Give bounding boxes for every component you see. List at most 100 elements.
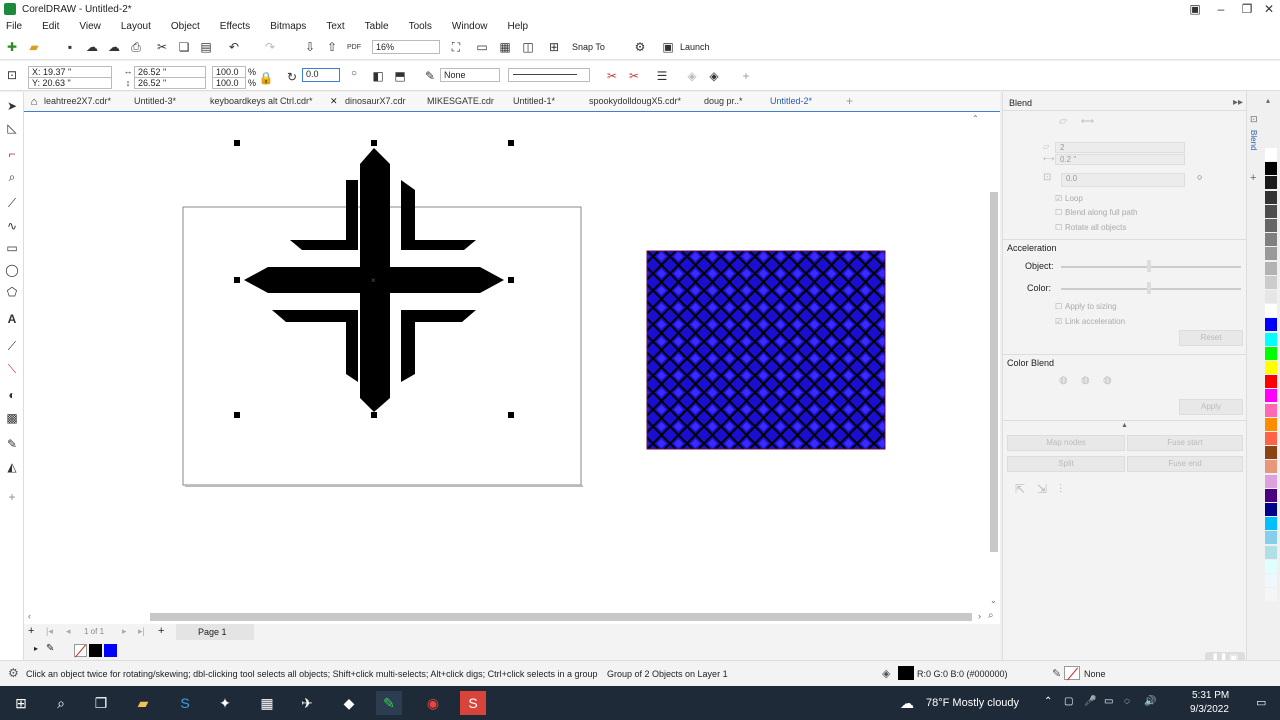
- rotation-angle-field[interactable]: 0.0: [302, 68, 340, 82]
- last-page-icon[interactable]: ▸|: [138, 626, 145, 637]
- parallel-dimension-tool-icon[interactable]: ⟋: [4, 338, 20, 354]
- blue-swatch[interactable]: [104, 644, 117, 657]
- palette-swatch[interactable]: [1265, 261, 1277, 275]
- palette-swatch[interactable]: [1265, 446, 1277, 460]
- mirror-vertical-icon[interactable]: ⬒: [392, 68, 408, 84]
- palette-swatch[interactable]: [1265, 503, 1277, 516]
- export-icon[interactable]: ⇧: [324, 39, 340, 55]
- file-explorer-icon[interactable]: ▰: [130, 691, 156, 715]
- vertical-scrollbar[interactable]: ⌄: [988, 112, 1000, 610]
- options-gear-icon[interactable]: ⚙: [632, 39, 648, 55]
- link-accel-checkbox[interactable]: ☑: [1055, 317, 1062, 326]
- polygon-tool-icon[interactable]: ⬠: [4, 284, 20, 300]
- redo-icon[interactable]: ↷: [262, 39, 278, 55]
- eyedropper-tool-icon[interactable]: ✎: [4, 436, 20, 452]
- scale-height-field[interactable]: 100.0: [212, 77, 246, 89]
- account-icon[interactable]: ▣: [1182, 0, 1208, 18]
- color-accel-thumb[interactable]: [1147, 282, 1151, 294]
- direct-blend-icon[interactable]: ◍: [1059, 375, 1068, 386]
- palette-swatch[interactable]: [1265, 389, 1277, 403]
- menu-window[interactable]: Window: [452, 21, 488, 32]
- shape-tool-icon[interactable]: ◺: [4, 120, 20, 136]
- steps-field[interactable]: 2: [1055, 142, 1185, 153]
- task-view-icon[interactable]: ❐: [88, 691, 114, 715]
- ungroup-icon[interactable]: ✂: [626, 68, 642, 84]
- split-button[interactable]: Split: [1007, 456, 1125, 472]
- palette-swatch[interactable]: [1265, 190, 1277, 204]
- palette-arrow-icon[interactable]: ▸: [34, 644, 38, 653]
- status-settings-icon[interactable]: ⚙: [8, 666, 19, 680]
- notifications-icon[interactable]: ▭: [1256, 696, 1266, 709]
- doc-tab[interactable]: Untitled-1*: [513, 96, 555, 106]
- close-tab-icon[interactable]: ✕: [330, 96, 338, 107]
- text-wrap-icon[interactable]: ☰: [654, 68, 670, 84]
- line-style-dropdown[interactable]: [508, 68, 590, 82]
- screencast-icon[interactable]: S: [460, 691, 486, 715]
- open-folder-icon[interactable]: ▰: [26, 39, 42, 55]
- doc-tab[interactable]: keyboardkeys alt Ctrl.cdr*: [210, 96, 313, 106]
- drawing-canvas[interactable]: × ⌃: [24, 112, 988, 610]
- snap-icon[interactable]: ⊞: [546, 39, 562, 55]
- app-icon-4[interactable]: ◆: [336, 691, 362, 715]
- blend-spacing-mode-icon[interactable]: ⟷: [1081, 116, 1094, 127]
- object-accel-thumb[interactable]: [1147, 260, 1151, 272]
- palette-swatch[interactable]: [1265, 588, 1277, 602]
- palette-swatch[interactable]: [1265, 233, 1277, 247]
- palette-swatch[interactable]: [1265, 474, 1277, 488]
- doc-tab[interactable]: Untitled-3*: [134, 96, 176, 106]
- palette-scroll-up-icon[interactable]: ▴: [1266, 96, 1270, 105]
- copy-icon[interactable]: ❏: [176, 39, 192, 55]
- apply-button[interactable]: Apply: [1179, 399, 1243, 415]
- counterclockwise-blend-icon[interactable]: ◍: [1103, 375, 1112, 386]
- add-page-before-icon[interactable]: +: [28, 625, 34, 637]
- vertical-scroll-thumb[interactable]: [990, 192, 998, 552]
- palette-swatch[interactable]: [1265, 247, 1277, 261]
- new-tab-icon[interactable]: +: [846, 94, 853, 108]
- print-icon[interactable]: ⎙: [128, 39, 144, 55]
- menu-layout[interactable]: Layout: [121, 21, 151, 32]
- blend-vertical-tab[interactable]: Blend: [1249, 130, 1258, 150]
- doc-tab[interactable]: dinosaurX7.cdr: [345, 96, 406, 106]
- quick-customize-icon[interactable]: +: [4, 489, 20, 505]
- full-screen-icon[interactable]: ▭: [474, 39, 490, 55]
- show-hidden-icons[interactable]: ⌃: [1044, 696, 1052, 707]
- new-document-icon[interactable]: ✚: [4, 39, 20, 55]
- connector-tool-icon[interactable]: ⟍: [4, 361, 20, 377]
- skype-icon[interactable]: S: [172, 691, 198, 715]
- to-front-icon[interactable]: ◈: [684, 68, 700, 84]
- palette-swatch[interactable]: [1265, 219, 1277, 232]
- palette-swatch[interactable]: [1265, 318, 1277, 332]
- doc-tab[interactable]: MIKESGATE.cdr: [427, 96, 494, 106]
- zoom-to-page-icon[interactable]: ⛶: [448, 39, 464, 55]
- spacing-field[interactable]: 0.2 ": [1055, 154, 1185, 165]
- color-acceleration-slider[interactable]: [1061, 288, 1241, 290]
- clockwise-blend-icon[interactable]: ◍: [1081, 375, 1090, 386]
- object-acceleration-slider[interactable]: [1061, 266, 1241, 268]
- height-field[interactable]: 26.52 ": [134, 77, 206, 89]
- rectangle-tool-icon[interactable]: ▭: [4, 240, 20, 256]
- close-button[interactable]: ✕: [1256, 0, 1280, 18]
- clock-time[interactable]: 5:31 PM: [1192, 690, 1229, 701]
- weather-icon[interactable]: ☁: [900, 695, 914, 712]
- horizontal-scrollbar[interactable]: ‹ › ⌕: [24, 610, 1000, 624]
- weather-text[interactable]: 78°F Mostly cloudy: [926, 697, 1019, 709]
- network-icon[interactable]: ◌: [1124, 696, 1130, 707]
- app-icon-1[interactable]: ✦: [212, 691, 238, 715]
- zoom-tool-icon[interactable]: ⌕: [4, 169, 20, 185]
- palette-swatch[interactable]: [1265, 304, 1277, 318]
- menu-view[interactable]: View: [79, 21, 101, 32]
- palette-swatch[interactable]: [1265, 204, 1277, 218]
- no-color-swatch[interactable]: [74, 644, 87, 658]
- menu-table[interactable]: Table: [365, 21, 389, 32]
- doc-tab[interactable]: doug pr..*: [704, 96, 743, 106]
- blend-steps-mode-icon[interactable]: ▱: [1059, 116, 1067, 127]
- scroll-down-icon[interactable]: ⌄: [990, 596, 997, 605]
- add-toolbar-icon[interactable]: +: [738, 68, 754, 84]
- outline-color-swatch[interactable]: [1064, 666, 1080, 681]
- tray-icon-1[interactable]: ▢: [1064, 696, 1073, 707]
- outline-width-dropdown[interactable]: None: [440, 68, 500, 82]
- cut-icon[interactable]: ✂: [154, 39, 170, 55]
- clock-date[interactable]: 9/3/2022: [1190, 704, 1229, 715]
- map-nodes-button[interactable]: Map nodes: [1007, 435, 1125, 451]
- artistic-media-tool-icon[interactable]: ∿: [4, 218, 20, 234]
